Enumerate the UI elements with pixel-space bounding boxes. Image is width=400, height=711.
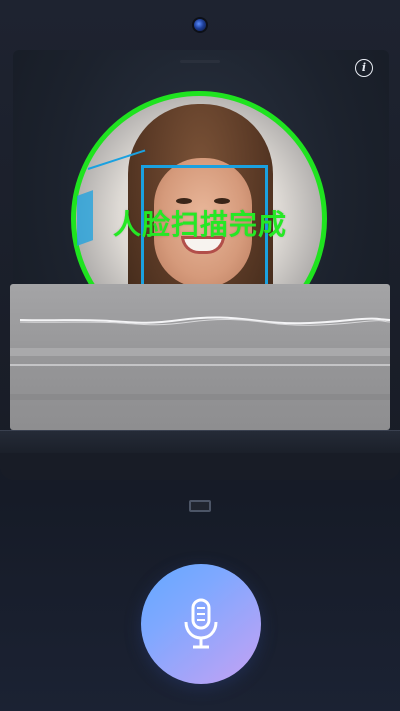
screen-ledge bbox=[0, 430, 400, 453]
blurred-overlay-panel bbox=[10, 284, 390, 430]
voice-waveform bbox=[20, 316, 390, 326]
scan-status-text: 人脸扫描完成 bbox=[112, 208, 287, 241]
sensor-slot bbox=[189, 500, 211, 512]
overlay-band bbox=[10, 348, 390, 356]
voice-input-button[interactable] bbox=[141, 564, 261, 684]
info-icon[interactable]: i bbox=[355, 59, 373, 77]
scan-side-marker bbox=[77, 190, 93, 246]
overlay-band bbox=[10, 364, 390, 366]
overlay-band bbox=[10, 394, 390, 400]
front-camera bbox=[194, 19, 206, 31]
screen-notch bbox=[180, 60, 220, 63]
kiosk-device: i 人脸扫描完成 bbox=[0, 0, 400, 711]
microphone-icon bbox=[184, 598, 218, 649]
